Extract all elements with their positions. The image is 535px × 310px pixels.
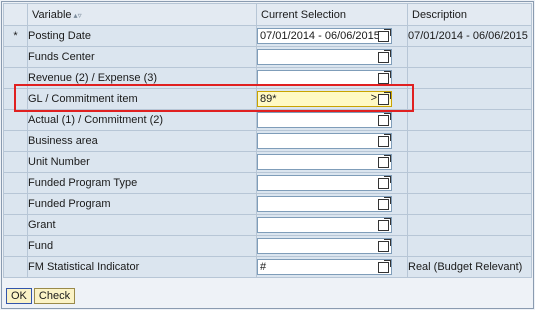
grant-input[interactable]: [257, 217, 392, 233]
value-help-icon[interactable]: [378, 197, 391, 210]
mandatory-marker: [3, 67, 28, 89]
sort-icon[interactable]: ▴▿: [74, 11, 82, 20]
value-help-icon[interactable]: [378, 113, 391, 126]
table-row-funded-program-type: Funded Program Type: [3, 172, 532, 194]
mandatory-marker: [3, 214, 28, 236]
value-help-icon[interactable]: [378, 176, 391, 189]
value-help-icon[interactable]: [378, 134, 391, 147]
variable-label: GL / Commitment item: [27, 88, 257, 110]
column-header-mandatory: [3, 3, 28, 26]
ok-button[interactable]: OK: [6, 288, 32, 304]
value-help-icon[interactable]: [378, 260, 391, 273]
mandatory-marker: [3, 172, 28, 194]
input-value: 07/01/2014 - 06/06/2015: [260, 30, 380, 42]
mandatory-marker: [3, 130, 28, 152]
variable-label: Funded Program: [27, 193, 257, 215]
variable-description: [407, 193, 532, 215]
input-value: #: [260, 261, 267, 273]
value-help-icon[interactable]: [378, 239, 391, 252]
variable-label: Fund: [27, 235, 257, 257]
variable-label: Revenue (2) / Expense (3): [27, 67, 257, 89]
variable-description: Real (Budget Relevant): [407, 256, 532, 278]
table-row-fm-statistical-indicator: FM Statistical Indicator # Real (Budget …: [3, 256, 532, 278]
selection-option-icon[interactable]: >: [371, 92, 377, 104]
variable-label: Funds Center: [27, 46, 257, 68]
mandatory-marker: [3, 88, 28, 110]
variable-label: Funded Program Type: [27, 172, 257, 194]
variable-description: [407, 109, 532, 131]
table-row-funds-center: Funds Center: [3, 46, 532, 68]
mandatory-marker: *: [3, 25, 28, 47]
table-row-unit-number: Unit Number: [3, 151, 532, 173]
variable-description: 07/01/2014 - 06/06/2015: [407, 25, 532, 47]
unit-number-input[interactable]: [257, 154, 392, 170]
table-header-row: Variable ▴▿ Current Selection Description: [3, 3, 532, 26]
value-help-icon[interactable]: [378, 71, 391, 84]
variable-label: Business area: [27, 130, 257, 152]
funded-program-type-input[interactable]: [257, 175, 392, 191]
column-header-description: Description: [407, 3, 532, 26]
variable-entry-panel: Variable ▴▿ Current Selection Description…: [1, 1, 534, 309]
table-row-revenue-expense: Revenue (2) / Expense (3): [3, 67, 532, 89]
mandatory-marker: [3, 256, 28, 278]
table-row-funded-program: Funded Program: [3, 193, 532, 215]
table-row-posting-date: * Posting Date 07/01/2014 - 06/06/2015 0…: [3, 25, 532, 47]
business-area-input[interactable]: [257, 133, 392, 149]
fm-statistical-indicator-input[interactable]: #: [257, 259, 392, 275]
value-help-icon[interactable]: [378, 155, 391, 168]
gl-commitment-item-input[interactable]: 89* >: [257, 91, 392, 107]
posting-date-input[interactable]: 07/01/2014 - 06/06/2015: [257, 28, 392, 44]
variable-label: FM Statistical Indicator: [27, 256, 257, 278]
variable-label: Posting Date: [27, 25, 257, 47]
variable-description: [407, 67, 532, 89]
variable-label: Unit Number: [27, 151, 257, 173]
column-header-current-selection: Current Selection: [256, 3, 408, 26]
mandatory-marker: [3, 235, 28, 257]
table-row-business-area: Business area: [3, 130, 532, 152]
column-header-variable[interactable]: Variable ▴▿: [27, 3, 257, 26]
variable-description: [407, 151, 532, 173]
button-bar: OK Check: [6, 288, 77, 304]
mandatory-marker: [3, 109, 28, 131]
variables-table: Variable ▴▿ Current Selection Description…: [3, 3, 532, 278]
mandatory-marker: [3, 193, 28, 215]
table-row-actual-commitment: Actual (1) / Commitment (2): [3, 109, 532, 131]
variable-description: [407, 172, 532, 194]
variable-description: [407, 46, 532, 68]
funded-program-input[interactable]: [257, 196, 392, 212]
mandatory-marker: [3, 46, 28, 68]
table-row-gl-commitment-item: GL / Commitment item 89* >: [3, 88, 532, 110]
variable-label: Grant: [27, 214, 257, 236]
variable-description: [407, 130, 532, 152]
input-value: 89*: [260, 93, 277, 105]
mandatory-marker: [3, 151, 28, 173]
variable-description: [407, 88, 532, 110]
value-help-icon[interactable]: [378, 92, 391, 105]
funds-center-input[interactable]: [257, 49, 392, 65]
value-help-icon[interactable]: [378, 218, 391, 231]
actual-commitment-input[interactable]: [257, 112, 392, 128]
check-button[interactable]: Check: [33, 288, 76, 304]
fund-input[interactable]: [257, 238, 392, 254]
variable-description: [407, 235, 532, 257]
revenue-expense-input[interactable]: [257, 70, 392, 86]
column-header-variable-label: Variable: [32, 8, 72, 21]
value-help-icon[interactable]: [378, 29, 391, 42]
table-row-fund: Fund: [3, 235, 532, 257]
table-row-grant: Grant: [3, 214, 532, 236]
value-help-icon[interactable]: [378, 50, 391, 63]
variable-description: [407, 214, 532, 236]
variable-label: Actual (1) / Commitment (2): [27, 109, 257, 131]
